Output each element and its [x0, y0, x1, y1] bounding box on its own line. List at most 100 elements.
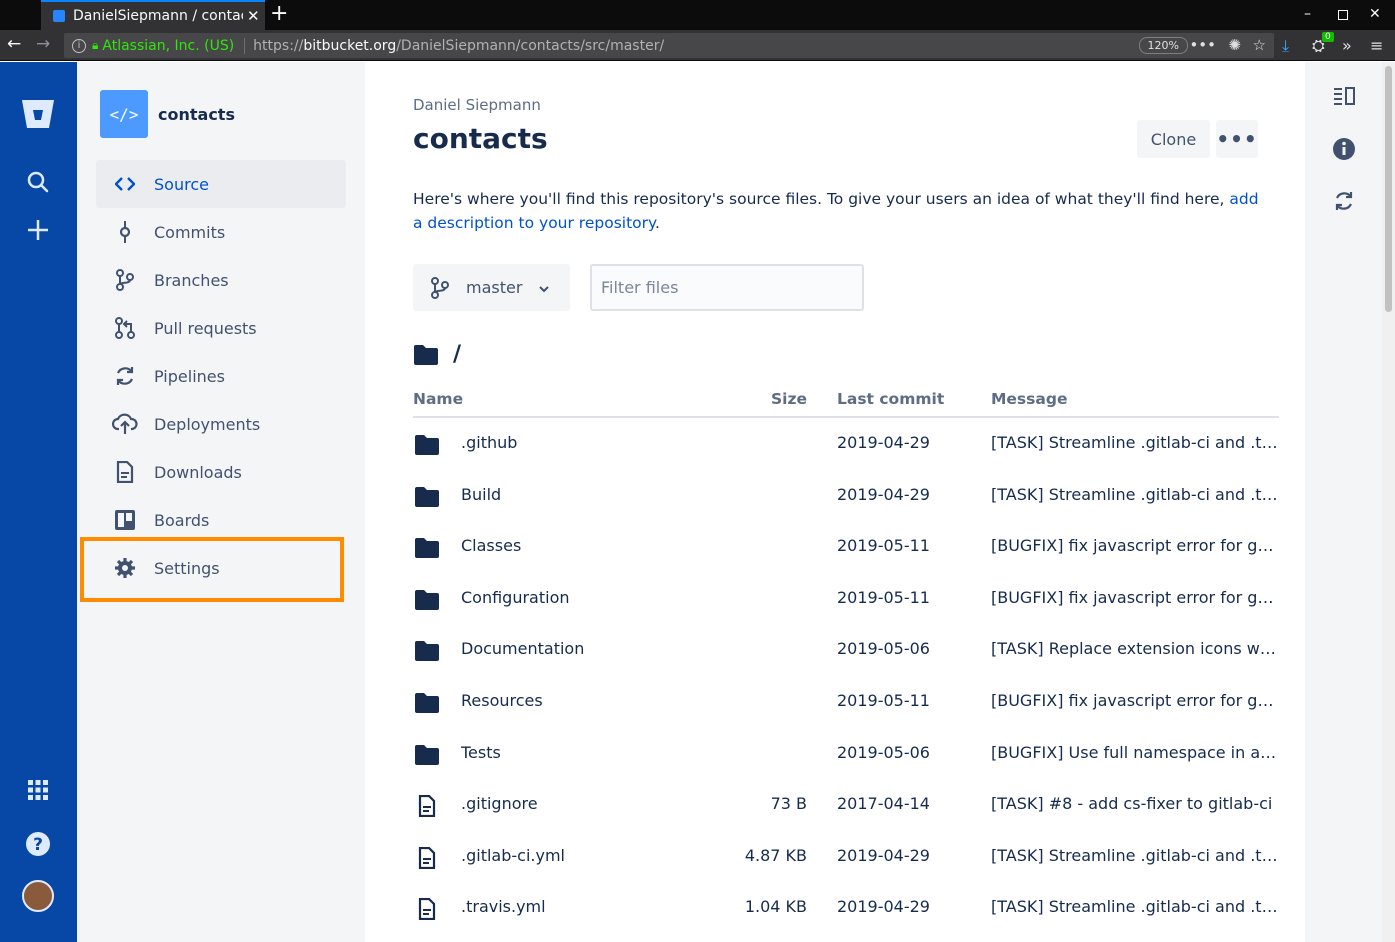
extension-icon[interactable]: ✺ — [1228, 36, 1241, 54]
file-commit-message[interactable]: [TASK] Streamline .gitlab-ci and .tra… — [991, 433, 1279, 452]
folder-icon — [413, 743, 441, 767]
file-commit-message[interactable]: [BUGFIX] fix javascript error for gm… — [991, 536, 1279, 555]
breadcrumb: / — [413, 342, 461, 367]
sync-icon[interactable] — [1331, 188, 1357, 214]
sidebar-item-branches[interactable]: Branches — [96, 256, 346, 304]
file-name[interactable]: Configuration — [461, 588, 570, 607]
app-switcher-icon[interactable] — [24, 776, 52, 804]
file-name[interactable]: Classes — [461, 536, 521, 555]
sidebar-toggle-icon[interactable] — [1331, 84, 1357, 108]
info-icon[interactable]: i — [72, 38, 86, 53]
back-icon[interactable]: ← — [7, 34, 21, 54]
right-panel — [1305, 62, 1382, 942]
file-name[interactable]: Tests — [461, 743, 501, 762]
table-row[interactable]: .github 2019-04-29 [TASK] Streamline .gitl… — [413, 419, 1279, 471]
minimize-window-icon[interactable]: – — [1304, 6, 1311, 22]
sidebar-item-downloads[interactable]: Downloads — [96, 448, 346, 496]
file-name[interactable]: Build — [461, 485, 501, 504]
user-avatar[interactable] — [22, 880, 54, 912]
create-icon[interactable] — [24, 216, 52, 244]
file-last-commit: 2019-05-06 — [837, 743, 930, 762]
branch-name: master — [466, 278, 523, 297]
file-commit-message[interactable]: [TASK] #8 - add cs-fixer to gitlab-ci — [991, 794, 1279, 813]
table-row[interactable]: .travis.yml 1.04 KB 2019-04-29 [TASK] Strea… — [413, 883, 1279, 935]
help-icon[interactable]: ? — [24, 830, 52, 858]
file-commit-message[interactable]: [BUGFIX] Use full namespace in an… — [991, 743, 1279, 762]
info-icon[interactable] — [1331, 136, 1357, 162]
repo-name[interactable]: contacts — [158, 105, 235, 124]
table-row[interactable]: .gitlab-ci.yml 4.87 KB 2019-04-29 [TASK] St… — [413, 832, 1279, 884]
file-last-commit: 2019-05-11 — [837, 691, 930, 710]
bitbucket-logo-icon[interactable] — [18, 94, 58, 134]
table-row[interactable]: Tests 2019-05-06 [BUGFIX] Use full namespa… — [413, 729, 1279, 781]
table-row[interactable]: Resources 2019-05-11 [BUGFIX] fix javascri… — [413, 677, 1279, 729]
column-header-message: Message — [991, 390, 1068, 408]
file-commit-message[interactable]: [TASK] Replace extension icons wit… — [991, 639, 1279, 658]
column-header-size: Size — [770, 390, 807, 408]
file-last-commit: 2019-04-29 — [837, 897, 930, 916]
sidebar-item-pull-requests[interactable]: Pull requests — [96, 304, 346, 352]
sidebar-item-pipelines[interactable]: Pipelines — [96, 352, 346, 400]
file-name[interactable]: .gitignore — [461, 794, 538, 813]
sidebar-item-deployments[interactable]: Deployments — [96, 400, 346, 448]
hamburger-menu-icon[interactable]: ≡ — [1370, 36, 1383, 55]
close-tab-icon[interactable]: ✕ — [247, 7, 260, 25]
file-name[interactable]: .travis.yml — [461, 897, 546, 916]
bitbucket-favicon-icon — [53, 10, 65, 22]
page-scrollbar[interactable] — [1382, 62, 1395, 942]
global-nav: ? — [0, 62, 77, 942]
file-name[interactable]: .gitlab-ci.yml — [461, 846, 565, 865]
url-bar[interactable]: i 🔒︎ Atlassian, Inc. (US) https://bitbuc… — [64, 33, 1274, 58]
commit-icon — [96, 221, 154, 243]
table-row[interactable]: Configuration 2019-05-11 [BUGFIX] fix java… — [413, 574, 1279, 626]
overflow-menu-icon[interactable]: » — [1342, 36, 1352, 55]
file-commit-message[interactable]: [BUGFIX] fix javascript error for gm… — [991, 588, 1279, 607]
file-commit-message[interactable]: [TASK] Streamline .gitlab-ci and .tra… — [991, 846, 1279, 865]
downloads-icon[interactable]: ⤓ — [1282, 36, 1289, 56]
folder-icon — [413, 639, 441, 663]
breadcrumb-path[interactable]: / — [453, 342, 461, 367]
bookmark-star-icon[interactable]: ☆ — [1253, 36, 1266, 54]
sidebar-item-label: Pipelines — [154, 366, 225, 386]
file-name[interactable]: Documentation — [461, 639, 584, 658]
folder-icon — [413, 588, 441, 612]
sidebar-item-commits[interactable]: Commits — [96, 208, 346, 256]
new-tab-icon[interactable]: + — [270, 2, 288, 26]
folder-icon — [413, 691, 441, 715]
site-identity[interactable]: Atlassian, Inc. (US) — [102, 38, 234, 54]
file-commit-message[interactable]: [TASK] Streamline .gitlab-ci and .tra… — [991, 485, 1279, 504]
repo-avatar[interactable]: </> — [100, 90, 148, 138]
forward-icon[interactable]: → — [36, 34, 50, 54]
file-commit-message[interactable]: [TASK] Streamline .gitlab-ci and .tra… — [991, 897, 1279, 916]
table-row[interactable]: Documentation 2019-05-06 [TASK] Replace ex… — [413, 625, 1279, 677]
table-row[interactable]: Classes 2019-05-11 [BUGFIX] fix javascript… — [413, 522, 1279, 574]
file-name[interactable]: Resources — [461, 691, 543, 710]
filter-files-input[interactable] — [590, 264, 864, 311]
file-icon — [413, 846, 441, 870]
scrollbar-thumb[interactable] — [1385, 66, 1392, 312]
table-row[interactable]: .gitignore 73 B 2017-04-14 [TASK] #8 - add … — [413, 780, 1279, 832]
file-last-commit: 2019-05-11 — [837, 588, 930, 607]
board-icon — [96, 509, 154, 531]
clone-button[interactable]: Clone — [1137, 120, 1210, 158]
browser-tab[interactable]: DanielSiepmann / contacts ✕ — [41, 0, 265, 30]
sidebar-item-label: Deployments — [154, 414, 261, 434]
zoom-indicator[interactable]: 120% — [1138, 37, 1188, 54]
branch-selector[interactable]: master — [413, 264, 570, 311]
main-content: Daniel Siepmann contacts Clone ••• Here'… — [365, 62, 1305, 942]
sidebar-item-source[interactable]: Source — [96, 160, 346, 208]
file-commit-message[interactable]: [BUGFIX] fix javascript error for gm… — [991, 691, 1279, 710]
url-text[interactable]: https://bitbucket.org/DanielSiepmann/con… — [253, 38, 664, 54]
table-row[interactable]: Build 2019-04-29 [TASK] Streamline .gitlab… — [413, 471, 1279, 523]
more-actions-button[interactable]: ••• — [1216, 120, 1258, 158]
tab-title: DanielSiepmann / contacts — [73, 8, 243, 24]
maximize-window-icon[interactable] — [1338, 10, 1348, 20]
search-icon[interactable] — [24, 168, 52, 196]
file-size: 1.04 KB — [744, 897, 807, 916]
sidebar-item-label: Branches — [154, 270, 229, 290]
repo-owner[interactable]: Daniel Siepmann — [413, 96, 541, 114]
file-name[interactable]: .github — [461, 433, 517, 452]
addon-badge: 0 — [1322, 32, 1334, 42]
page-actions-icon[interactable]: ••• — [1189, 36, 1216, 54]
close-window-icon[interactable]: ✕ — [1369, 6, 1381, 22]
